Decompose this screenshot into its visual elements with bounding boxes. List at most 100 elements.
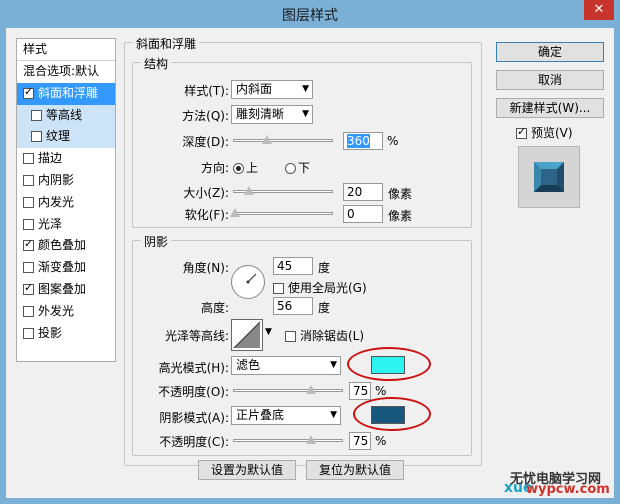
style-item-pattern-overlay[interactable]: 图案叠加 — [17, 279, 115, 301]
style-item-drop-shadow[interactable]: 投影 — [17, 323, 115, 345]
style-item-satin[interactable]: 光泽 — [17, 214, 115, 236]
anti-alias-checkbox[interactable]: 消除锯齿(L) — [285, 327, 364, 344]
soften-slider[interactable] — [230, 208, 333, 217]
style-label: 样式(T): — [184, 84, 229, 98]
style-item-outer-glow[interactable]: 外发光 — [17, 301, 115, 323]
technique-label: 方法(Q): — [182, 109, 229, 123]
checkbox-icon[interactable] — [23, 218, 34, 230]
style-item-bevel[interactable]: 斜面和浮雕 — [17, 82, 115, 105]
new-style-button[interactable]: 新建样式(W)... — [496, 98, 604, 118]
cancel-button[interactable]: 取消 — [496, 70, 604, 90]
checkbox-icon[interactable] — [23, 174, 34, 186]
depth-input[interactable]: 360 — [343, 132, 383, 150]
shading-group: 阴影 角度(N): 45 度 使用全局光(G) 高度: 56 度 光泽等高线: … — [132, 233, 472, 456]
style-select-value: 内斜面 — [236, 82, 273, 96]
style-item-gradient-overlay[interactable]: 渐变叠加 — [17, 257, 115, 279]
technique-select[interactable]: 雕刻清晰 ▼ — [231, 105, 313, 124]
shadow-opacity-input[interactable]: 75 — [349, 432, 371, 450]
title-bar[interactable]: 图层样式 ✕ — [0, 0, 620, 28]
shadow-opacity-label: 不透明度(C): — [159, 435, 229, 449]
structure-group: 结构 样式(T): 内斜面 ▼ 方法(Q): 雕刻清晰 ▼ 深度(D): 360 %… — [132, 55, 472, 228]
depth-slider[interactable] — [233, 135, 333, 144]
highlight-mode-select[interactable]: 滤色 ▼ — [231, 356, 341, 375]
size-slider[interactable] — [233, 186, 333, 195]
checkbox-icon[interactable] — [23, 237, 34, 252]
gloss-contour-label: 光泽等高线: — [164, 329, 229, 343]
highlight-opacity-input[interactable]: 75 — [349, 382, 371, 400]
annotation-circle-shadow — [353, 397, 431, 431]
anti-alias-label: 消除锯齿(L) — [300, 329, 365, 343]
altitude-input[interactable]: 56 — [273, 297, 313, 315]
angle-indicator-icon — [246, 273, 257, 284]
altitude-value: 56 — [277, 299, 293, 313]
chevron-down-icon: ▼ — [302, 109, 309, 119]
style-select[interactable]: 内斜面 ▼ — [231, 80, 313, 99]
checkbox-icon[interactable] — [285, 331, 296, 342]
gloss-contour-picker[interactable] — [231, 319, 263, 351]
altitude-unit: 度 — [318, 301, 331, 315]
style-item-label: 纹理 — [46, 129, 71, 144]
checkbox-icon[interactable] — [31, 109, 42, 121]
reset-default-button[interactable]: 复位为默认值 — [306, 460, 404, 480]
structure-title: 结构 — [141, 55, 172, 72]
contour-curve-icon — [233, 321, 261, 349]
checkbox-icon[interactable] — [23, 327, 34, 339]
direction-up-radio[interactable]: 上 — [233, 159, 258, 176]
preview-thumbnail — [518, 146, 580, 208]
chevron-down-icon: ▼ — [330, 360, 337, 370]
checkbox-icon[interactable] — [23, 262, 34, 274]
checkbox-icon[interactable] — [273, 283, 284, 294]
angle-dial[interactable] — [231, 265, 265, 299]
style-item-stroke[interactable]: 描边 — [17, 148, 115, 170]
style-item-label: 内阴影 — [38, 172, 75, 187]
checkbox-icon[interactable] — [23, 85, 34, 99]
ok-button[interactable]: 确定 — [496, 42, 604, 62]
technique-select-value: 雕刻清晰 — [236, 107, 285, 121]
blend-options-item[interactable]: 混合选项:默认 — [17, 61, 115, 83]
preview-checkbox[interactable]: 预览(V) — [516, 124, 573, 141]
styles-header[interactable]: 样式 — [17, 39, 115, 61]
soften-slider-thumb[interactable] — [230, 208, 240, 217]
style-item-color-overlay[interactable]: 颜色叠加 — [17, 235, 115, 257]
checkbox-icon[interactable] — [23, 281, 34, 295]
dialog-body: 样式 混合选项:默认 斜面和浮雕 等高线 纹理 描边 内阴影 内发光 光泽 颜色… — [6, 28, 614, 498]
style-item-contour[interactable]: 等高线 — [17, 104, 115, 127]
depth-label: 深度(D): — [182, 135, 229, 149]
size-slider-thumb[interactable] — [244, 186, 254, 195]
global-light-checkbox[interactable]: 使用全局光(G) — [273, 279, 367, 296]
soften-label: 软化(F): — [184, 208, 229, 222]
soften-input[interactable]: 0 — [343, 205, 383, 223]
shadow-mode-value: 正片叠底 — [236, 408, 285, 422]
direction-up-label: 上 — [246, 161, 259, 175]
style-item-label: 图案叠加 — [38, 281, 87, 296]
checkbox-icon[interactable] — [31, 131, 42, 143]
radio-icon[interactable] — [233, 163, 244, 174]
close-button[interactable]: ✕ — [584, 0, 614, 20]
style-item-texture[interactable]: 纹理 — [17, 126, 115, 149]
size-input[interactable]: 20 — [343, 183, 383, 201]
shadow-opacity-unit: % — [375, 434, 387, 448]
watermark-url: wypcw.com — [526, 482, 610, 497]
highlight-opacity-slider[interactable] — [233, 385, 343, 394]
make-default-button[interactable]: 设置为默认值 — [198, 460, 296, 480]
shadow-mode-select[interactable]: 正片叠底 ▼ — [231, 406, 341, 425]
contour-dropdown-arrow[interactable]: ▼ — [265, 327, 272, 337]
direction-down-label: 下 — [298, 161, 311, 175]
shadow-opacity-slider[interactable] — [233, 435, 343, 444]
highlight-mode-label: 高光模式(H): — [158, 361, 229, 375]
angle-input[interactable]: 45 — [273, 257, 313, 275]
style-item-label: 投影 — [38, 325, 63, 340]
checkbox-icon[interactable] — [23, 305, 34, 317]
depth-slider-thumb[interactable] — [262, 135, 272, 144]
checkbox-icon[interactable] — [23, 153, 34, 165]
direction-down-radio[interactable]: 下 — [285, 159, 310, 176]
styles-list: 样式 混合选项:默认 斜面和浮雕 等高线 纹理 描边 内阴影 内发光 光泽 颜色… — [16, 38, 116, 362]
shadow-opacity-value: 75 — [353, 434, 369, 448]
radio-icon[interactable] — [285, 163, 296, 174]
style-item-inner-shadow[interactable]: 内阴影 — [17, 170, 115, 192]
shadow-opacity-thumb[interactable] — [306, 435, 316, 444]
checkbox-icon[interactable] — [23, 196, 34, 208]
style-item-inner-glow[interactable]: 内发光 — [17, 192, 115, 214]
highlight-opacity-thumb[interactable] — [306, 385, 316, 394]
checkbox-icon[interactable] — [516, 125, 527, 139]
